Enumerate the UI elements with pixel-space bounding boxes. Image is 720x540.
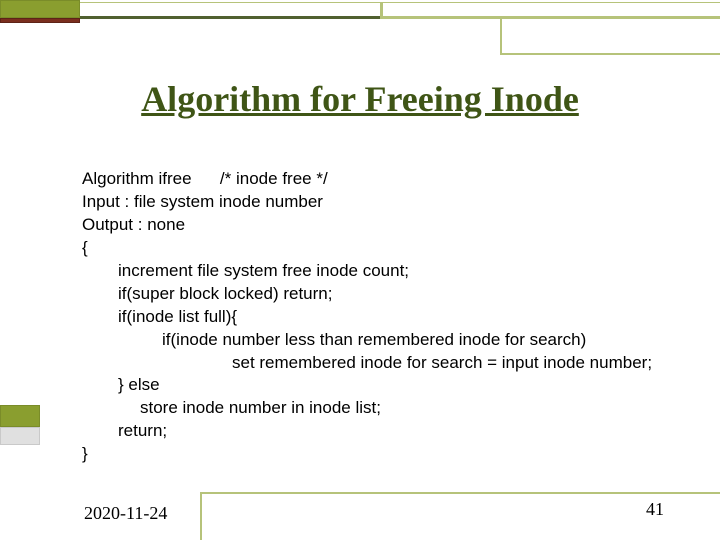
alg-line: { — [82, 237, 664, 260]
alg-line: return; — [82, 420, 664, 443]
alg-line: if(super block locked) return; — [82, 283, 664, 306]
decor-left-gray-block — [0, 427, 40, 445]
decor-left-olive-block — [0, 405, 40, 427]
decor-top-thick-dark — [80, 16, 380, 19]
decor-top-right-box — [500, 19, 720, 55]
slide-title: Algorithm for Freeing Inode — [0, 78, 720, 120]
decor-tab-maroon — [0, 18, 80, 23]
alg-line: set remembered inode for search = input … — [82, 352, 664, 375]
footer-date: 2020-11-24 — [84, 503, 167, 524]
alg-line: if(inode list full){ — [82, 306, 664, 329]
decor-tab-olive — [0, 0, 80, 18]
alg-line: Algorithm ifree /* inode free */ — [82, 168, 664, 191]
slide: Algorithm for Freeing Inode Algorithm if… — [0, 0, 720, 540]
footer-page-number: 41 — [646, 499, 664, 520]
alg-line: Output : none — [82, 214, 664, 237]
alg-line: } else — [82, 374, 664, 397]
decor-top-vertical-edge — [380, 2, 383, 19]
alg-line: Input : file system inode number — [82, 191, 664, 214]
algorithm-block: Algorithm ifree /* inode free */ Input :… — [82, 168, 664, 466]
decor-top-thin-line — [80, 2, 720, 3]
decor-bottom-left-vertical — [200, 492, 202, 540]
alg-line: store inode number in inode list; — [82, 397, 664, 420]
alg-line: } — [82, 443, 664, 466]
alg-line: increment file system free inode count; — [82, 260, 664, 283]
decor-bottom-line — [200, 492, 720, 494]
alg-line: if(inode number less than remembered ino… — [82, 329, 664, 352]
